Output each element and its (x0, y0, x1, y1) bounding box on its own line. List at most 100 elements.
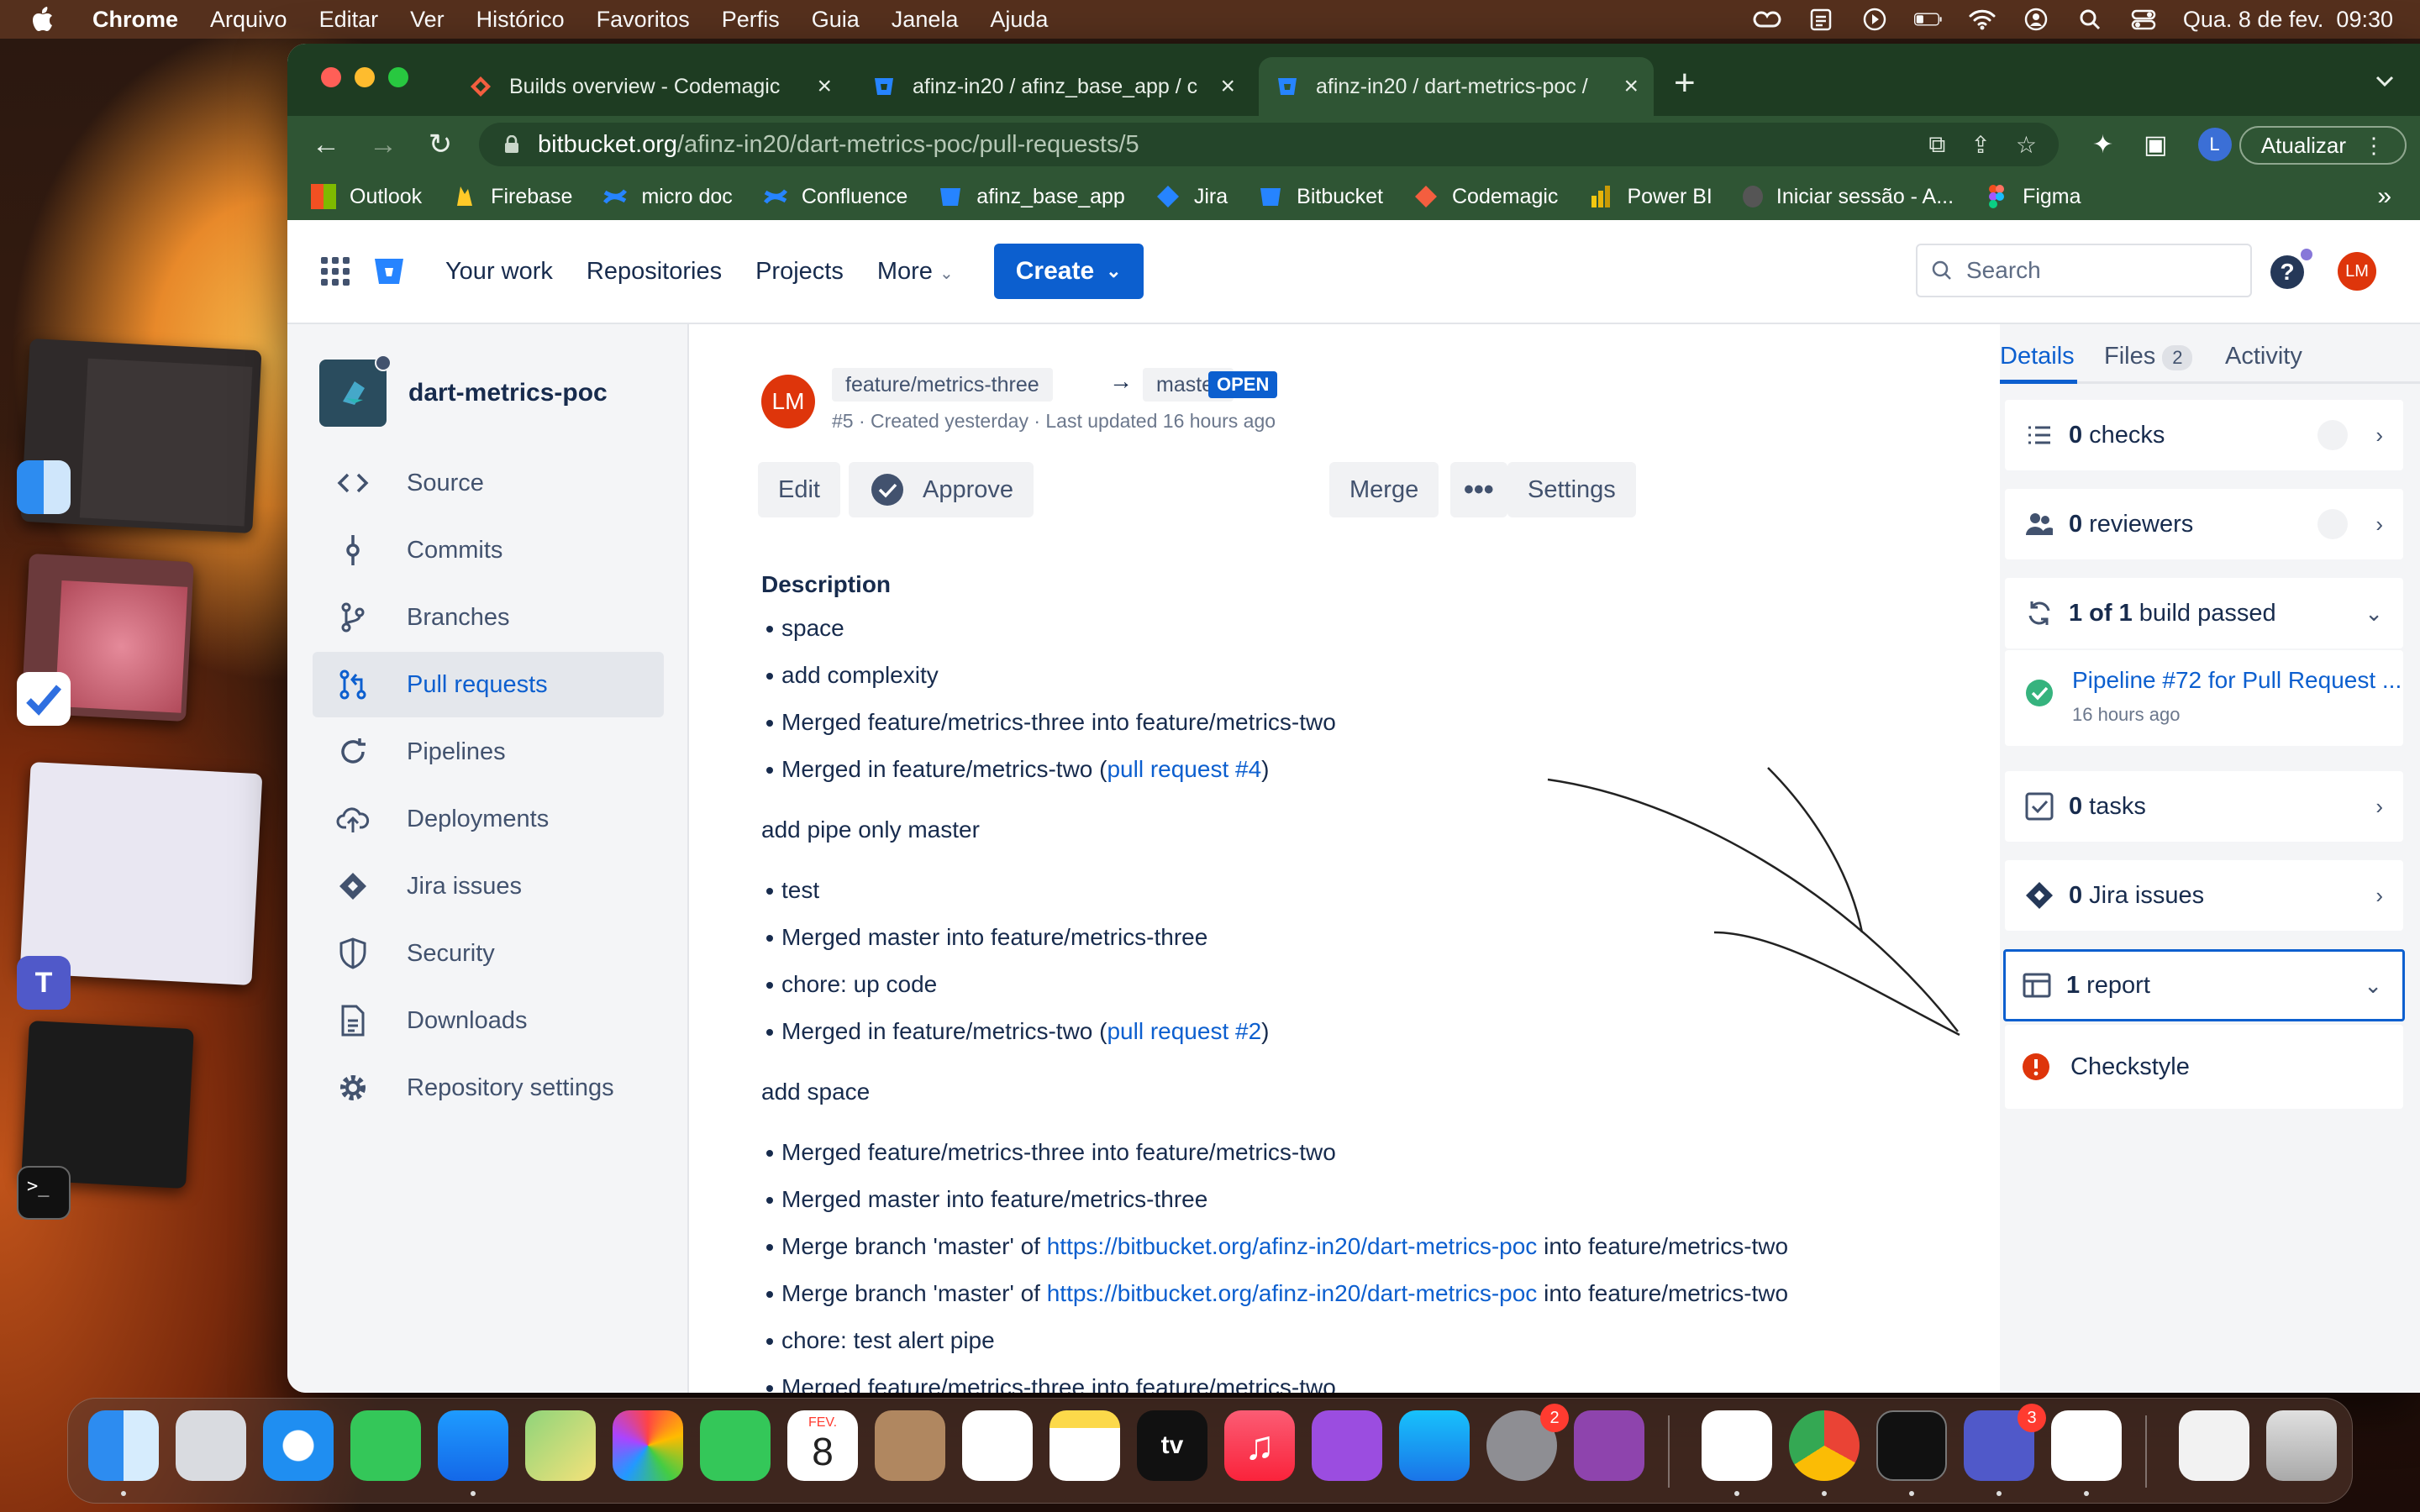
wifi-icon[interactable] (1968, 7, 1996, 32)
sidebar-item-source[interactable]: Source (313, 450, 664, 516)
control-center-icon[interactable] (2129, 7, 2158, 32)
pull-request-link[interactable]: pull request #2 (1107, 1018, 1261, 1044)
close-tab-icon[interactable]: × (817, 72, 832, 101)
tab-activity[interactable]: Activity (2225, 343, 2302, 370)
menu-favoritos[interactable]: Favoritos (597, 7, 690, 33)
builds-card[interactable]: 1 of 1 build passed ⌄ (2005, 578, 2403, 648)
extensions-icon[interactable]: ✦ (2092, 130, 2113, 160)
user-icon[interactable] (2022, 7, 2050, 32)
repo-url-link[interactable]: https://bitbucket.org/afinz-in20/dart-me… (1047, 1233, 1538, 1259)
menu-guia[interactable]: Guia (812, 7, 860, 33)
menu-app-name[interactable]: Chrome (92, 7, 178, 33)
address-bar[interactable]: bitbucket.org/afinz-in20/dart-metrics-po… (479, 123, 2059, 166)
sidebar-item-branches[interactable]: Branches (313, 585, 664, 650)
todo-app-icon[interactable] (1702, 1410, 1772, 1481)
edit-button[interactable]: Edit (758, 462, 840, 517)
app-switcher-icon[interactable] (321, 257, 350, 286)
tab-details[interactable]: Details (2000, 343, 2075, 370)
more-menu-icon[interactable]: ⋮ (2363, 133, 2385, 159)
tab-search-icon[interactable] (2375, 71, 2395, 94)
clipboard-icon[interactable] (1807, 7, 1835, 32)
sidebar-item-repository-settings[interactable]: Repository settings (313, 1055, 664, 1121)
contacts-icon[interactable] (875, 1410, 945, 1481)
sidebar-item-jira-issues[interactable]: Jira issues (313, 853, 664, 919)
more-bookmarks-icon[interactable]: » (2377, 182, 2391, 211)
podcasts-icon[interactable] (1312, 1410, 1382, 1481)
pipeline-link[interactable]: Pipeline #72 for Pull Request ... (2072, 667, 2402, 694)
menu-ver[interactable]: Ver (410, 7, 445, 33)
tab-codemagic[interactable]: Builds overview - Codemagic × (452, 57, 847, 116)
help-icon[interactable]: ? (2270, 255, 2304, 289)
menu-editar[interactable]: Editar (319, 7, 379, 33)
repo-url-link[interactable]: https://bitbucket.org/afinz-in20/dart-me… (1047, 1280, 1538, 1306)
forward-button[interactable]: → (355, 129, 412, 161)
chrome-icon[interactable] (1789, 1410, 1860, 1481)
bitbucket-logo-icon[interactable] (373, 256, 405, 286)
todo-app-icon[interactable] (17, 672, 71, 726)
nav-more[interactable]: More ⌄ (877, 258, 954, 286)
merge-button[interactable]: Merge (1329, 462, 1439, 517)
share-icon[interactable]: ⇪ (1970, 131, 1990, 159)
spotlight-search-icon[interactable] (2075, 7, 2104, 32)
sidebar-item-downloads[interactable]: Downloads (313, 988, 664, 1053)
close-tab-icon[interactable]: × (1623, 72, 1639, 101)
nav-your-work[interactable]: Your work (445, 258, 553, 286)
facetime-icon[interactable] (700, 1410, 771, 1481)
side-panel-icon[interactable]: ▣ (2144, 130, 2167, 160)
terminal-icon[interactable]: >_ (17, 1166, 71, 1220)
jira-issues-card[interactable]: 0 Jira issues › (2005, 860, 2403, 931)
bookmark-iniciar-sessao[interactable]: Iniciar sessão - A... (1742, 185, 1954, 209)
safari-icon[interactable] (263, 1410, 334, 1481)
more-actions-button[interactable]: ••• (1450, 462, 1507, 517)
maps-icon[interactable] (525, 1410, 596, 1481)
finder-icon[interactable] (88, 1410, 159, 1481)
sidebar-item-pipelines[interactable]: Pipelines (313, 719, 664, 785)
bookmark-star-icon[interactable]: ☆ (2016, 131, 2037, 159)
source-branch[interactable]: feature/metrics-three (832, 368, 1053, 402)
stage-preview-teams[interactable] (19, 761, 263, 986)
app-store-icon[interactable] (1399, 1410, 1470, 1481)
bookmark-power-bi[interactable]: Power BI (1588, 184, 1712, 209)
menu-ajuda[interactable]: Ajuda (990, 7, 1048, 33)
trash-icon[interactable] (2266, 1410, 2337, 1481)
checks-card[interactable]: 0 checks › (2005, 400, 2403, 470)
mail-icon[interactable] (438, 1410, 508, 1481)
vscode-icon[interactable] (2051, 1410, 2122, 1481)
documents-stack-icon[interactable] (2179, 1410, 2249, 1481)
search-input[interactable]: Search (1916, 244, 2252, 297)
reports-card[interactable]: 1 report ⌄ (2003, 949, 2405, 1021)
minimize-window-button[interactable] (355, 67, 375, 87)
checkstyle-item[interactable]: Checkstyle (2005, 1025, 2403, 1109)
close-tab-icon[interactable]: × (1220, 72, 1235, 101)
bookmark-micro-doc[interactable]: micro doc (602, 184, 733, 209)
tasks-card[interactable]: 0 tasks › (2005, 771, 2403, 842)
sidebar-item-pull-requests[interactable]: Pull requests (313, 652, 664, 717)
launchpad-icon[interactable] (176, 1410, 246, 1481)
close-window-button[interactable] (321, 67, 341, 87)
menu-arquivo[interactable]: Arquivo (210, 7, 287, 33)
battery-icon[interactable] (1913, 7, 1943, 32)
notes-icon[interactable] (1050, 1410, 1120, 1481)
update-button[interactable]: Atualizar ⋮ (2238, 126, 2407, 165)
pipeline-item[interactable]: Pipeline #72 for Pull Request ... 16 hou… (2005, 650, 2403, 746)
bookmark-jira[interactable]: Jira (1155, 184, 1228, 209)
bookmark-afinz-base-app[interactable]: afinz_base_app (938, 184, 1125, 209)
back-button[interactable]: ← (297, 129, 355, 161)
terminal-icon[interactable] (1876, 1410, 1947, 1481)
sidebar-item-security[interactable]: Security (313, 921, 664, 986)
feedback-icon[interactable] (1574, 1410, 1644, 1481)
author-avatar[interactable]: LM (761, 375, 815, 428)
reviewers-card[interactable]: 0 reviewers › (2005, 489, 2403, 559)
new-tab-button[interactable]: + (1674, 62, 1696, 104)
calendar-icon[interactable]: FEV. 8 (787, 1410, 858, 1481)
bookmark-confluence[interactable]: Confluence (763, 184, 908, 209)
repo-header[interactable]: dart-metrics-poc (319, 354, 608, 427)
bookmark-bitbucket[interactable]: Bitbucket (1258, 184, 1383, 209)
profile-avatar[interactable]: L (2197, 128, 2232, 161)
apple-tv-icon[interactable]: tv (1137, 1410, 1207, 1481)
settings-button[interactable]: Settings (1507, 462, 1636, 517)
stage-preview-terminal[interactable] (21, 1021, 194, 1189)
pull-request-link[interactable]: pull request #4 (1107, 756, 1261, 782)
creative-cloud-icon[interactable] (1753, 7, 1781, 32)
tab-dart-metrics-poc[interactable]: afinz-in20 / dart-metrics-poc / × (1259, 57, 1654, 116)
